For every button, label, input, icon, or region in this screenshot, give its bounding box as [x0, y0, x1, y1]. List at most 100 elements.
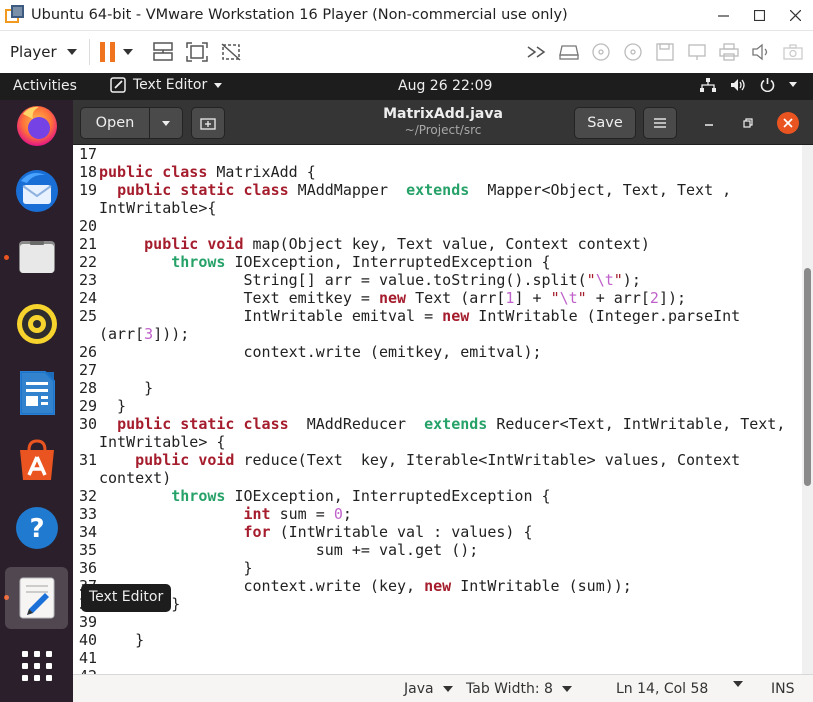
line-number: 21 [78, 235, 97, 253]
code-line[interactable]: 34 for (IntWritable val : values) { [73, 523, 785, 541]
forward-icon[interactable] [525, 40, 549, 64]
insert-mode-label: INS [771, 681, 795, 697]
printer-icon[interactable] [717, 40, 741, 64]
code-line[interactable]: 38 } [73, 595, 785, 613]
gedit-header-bar: Open MatrixAdd.java ~/Project/src Save [73, 100, 813, 145]
gedit-close-button[interactable] [777, 112, 799, 134]
code-line[interactable]: IntWritable>{ [73, 199, 785, 217]
code-line[interactable]: 36 } [73, 559, 785, 577]
code-line[interactable]: 31 public void reduce(Text key, Iterable… [73, 451, 785, 469]
gedit-restore-button[interactable] [737, 112, 759, 134]
open-button[interactable]: Open [80, 107, 150, 139]
dock-help[interactable]: ? [5, 497, 68, 559]
dock-writer[interactable] [5, 362, 68, 424]
cd-dvd-icon[interactable] [589, 40, 613, 64]
system-tray[interactable] [700, 77, 797, 92]
maximize-button[interactable] [741, 0, 777, 31]
code-line[interactable]: 25 IntWritable emitval = new IntWritable… [73, 307, 785, 325]
send-ctrl-alt-del-icon[interactable] [151, 40, 175, 64]
dock-files[interactable] [5, 226, 68, 288]
line-number: 19 [78, 181, 97, 199]
cd-dvd-2-icon[interactable] [621, 40, 645, 64]
scrollbar-thumb[interactable] [804, 268, 811, 486]
restore-icon [743, 118, 753, 128]
insert-mode[interactable]: INS [771, 681, 795, 697]
dock-rhythmbox[interactable] [5, 293, 68, 355]
code-line[interactable]: 19 public static class MAddMapper extend… [73, 181, 785, 199]
sound-card-icon[interactable] [749, 40, 773, 64]
line-number: 17 [78, 145, 97, 163]
hard-disk-icon[interactable] [557, 40, 581, 64]
code-line[interactable]: context) [73, 469, 785, 487]
player-menu[interactable]: Player [10, 43, 77, 61]
app-menu[interactable]: Text Editor [110, 77, 223, 93]
code-line[interactable]: 20 [73, 217, 785, 235]
code-line[interactable]: 33 int sum = 0; [73, 505, 785, 523]
code-line[interactable]: 32 throws IOException, InterruptedExcept… [73, 487, 785, 505]
power-icon [760, 78, 775, 92]
dock-software[interactable] [5, 430, 68, 492]
code-line[interactable]: 18 public class MatrixAdd { [73, 163, 785, 181]
line-number: 34 [78, 523, 97, 541]
dock-thunderbird[interactable] [5, 160, 68, 222]
code-line[interactable]: IntWritable> { [73, 433, 785, 451]
dock-tooltip: Text Editor [81, 584, 172, 612]
dock-show-apps[interactable] [5, 635, 68, 697]
code-line[interactable]: 26 context.write (emitkey, emitval); [73, 343, 785, 361]
menu-button[interactable] [643, 107, 677, 139]
language-selector[interactable]: Java [404, 681, 453, 697]
code-line[interactable]: 21 public void map(Object key, Text valu… [73, 235, 785, 253]
save-button[interactable]: Save [574, 107, 636, 139]
line-number: 18 [78, 163, 97, 181]
code-text[interactable]: 17 18 public class MatrixAdd {19 public st… [73, 145, 785, 674]
code-line[interactable]: 28 } [73, 379, 785, 397]
code-line[interactable]: 35 sum += val.get (); [73, 541, 785, 559]
code-line[interactable]: 37 context.write (key, new IntWritable (… [73, 577, 785, 595]
dock-firefox[interactable] [5, 93, 68, 155]
network-adapter-icon[interactable] [685, 40, 709, 64]
line-number: 39 [78, 613, 97, 631]
activities-button[interactable]: Activities [13, 78, 77, 94]
gedit-minimize-button[interactable] [698, 112, 720, 134]
pause-dropdown-icon[interactable] [122, 48, 133, 55]
close-button[interactable] [777, 0, 813, 31]
hamburger-icon [654, 118, 666, 128]
line-number: 40 [78, 631, 97, 649]
open-recent-dropdown[interactable] [149, 107, 183, 139]
code-line[interactable]: (arr[3])); [73, 325, 785, 343]
player-menu-label: Player [10, 42, 57, 61]
tab-width-selector[interactable]: Tab Width: 8 [466, 681, 572, 697]
code-line[interactable]: 22 throws IOException, InterruptedExcept… [73, 253, 785, 271]
cursor-position[interactable]: Ln 14, Col 58 [616, 681, 708, 697]
unity-mode-icon[interactable] [219, 40, 243, 64]
minimize-button[interactable] [705, 0, 741, 31]
volume-icon [731, 78, 745, 91]
clock[interactable]: Aug 26 22:09 [398, 78, 492, 94]
code-line[interactable]: 40 } [73, 631, 785, 649]
new-tab-icon [200, 118, 216, 130]
code-line[interactable]: 29 } [73, 397, 785, 415]
code-line[interactable]: 39 [73, 613, 785, 631]
new-tab-button[interactable] [191, 107, 225, 139]
floppy-icon[interactable] [653, 40, 677, 64]
line-number: 36 [78, 559, 97, 577]
code-line[interactable]: 24 Text emitkey = new Text (arr[1] + "\t… [73, 289, 785, 307]
editor-scrollbar[interactable] [802, 145, 813, 674]
line-number: 42 [73, 667, 97, 674]
camera-icon[interactable] [781, 40, 805, 64]
pause-button[interactable] [99, 41, 115, 62]
code-line[interactable]: 23 String[] arr = value.toString().split… [73, 271, 785, 289]
dock-text-editor[interactable] [5, 567, 68, 629]
code-line[interactable]: 41 [73, 649, 785, 667]
position-dropdown[interactable] [733, 681, 743, 687]
chevron-down-icon [214, 82, 223, 88]
line-number: 25 [78, 307, 97, 325]
gnome-top-bar: Activities Text Editor Aug 26 22:09 [0, 73, 813, 100]
code-line[interactable]: 42 [73, 667, 785, 674]
text-editor-small-icon [110, 77, 126, 93]
code-line[interactable]: 30 public static class MAddReducer exten… [73, 415, 785, 433]
fullscreen-icon[interactable] [185, 40, 209, 64]
code-editor[interactable]: 17 18 public class MatrixAdd {19 public st… [73, 145, 802, 674]
code-line[interactable]: 27 [73, 361, 785, 379]
code-line[interactable]: 17 [73, 145, 785, 163]
